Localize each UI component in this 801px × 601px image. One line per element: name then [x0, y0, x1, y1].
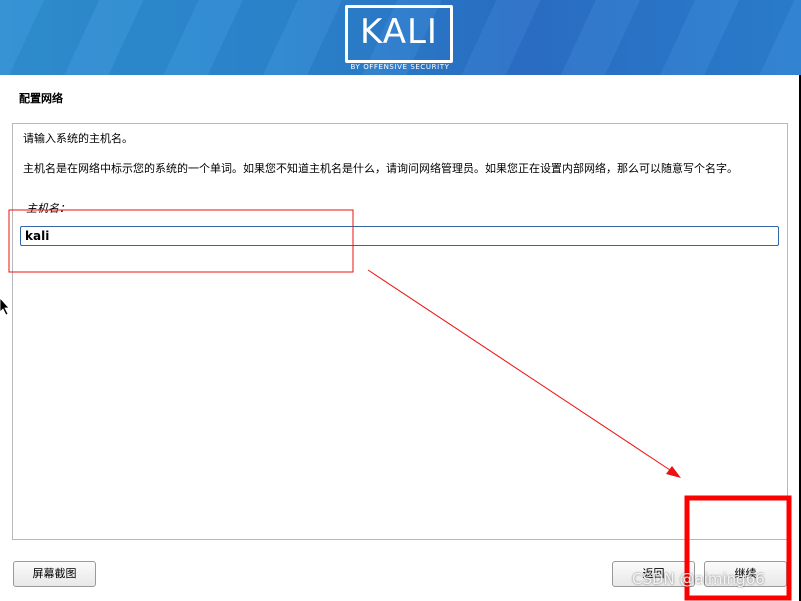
csdn-watermark: CSDN @aiming66: [632, 570, 765, 588]
step-title: 配置网络: [19, 92, 63, 105]
hostname-label: 主机名：: [26, 202, 70, 215]
hostname-prompt: 请输入系统的主机名。: [23, 132, 133, 145]
hostname-input[interactable]: [20, 226, 779, 246]
content-panel: [12, 123, 788, 540]
kali-logo-text: KALI: [360, 12, 438, 52]
hostname-description: 主机名是在网络中标示您的系统的一个单词。如果您不知道主机名是什么，请询问网络管理…: [23, 162, 738, 175]
mouse-cursor-icon: [0, 298, 10, 316]
kali-logo-subtitle: BY OFFENSIVE SECURITY: [350, 63, 450, 71]
screenshot-button[interactable]: 屏幕截图: [13, 561, 96, 587]
